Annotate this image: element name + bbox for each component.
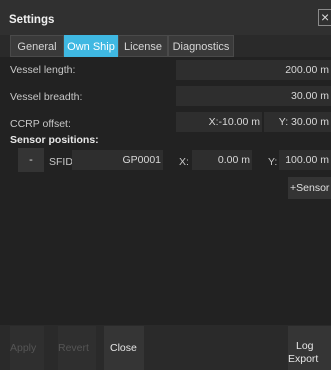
log-export-label-line1: Log (296, 340, 314, 352)
sensor-y-field[interactable]: 100.00 m (279, 150, 331, 170)
ccrp-offset-label: CCRP offset: (10, 118, 71, 130)
close-icon[interactable]: × (318, 9, 331, 26)
vessel-length-label: Vessel length: (10, 64, 76, 76)
revert-button[interactable]: Revert (58, 326, 96, 370)
sensor-x-field[interactable]: 0.00 m (192, 150, 252, 170)
tab-license[interactable]: License (118, 35, 168, 57)
log-export-label-line2: Export (288, 353, 319, 365)
vessel-breadth-label: Vessel breadth: (10, 91, 83, 103)
vessel-breadth-field[interactable]: 30.00 m (176, 86, 331, 106)
tab-diagnostics[interactable]: Diagnostics (168, 35, 234, 57)
log-export-button[interactable]: Log Export (288, 326, 331, 370)
sensor-x-label: X: (179, 156, 189, 168)
sfid-field[interactable]: GP0001 (72, 150, 163, 170)
close-button[interactable]: Close (104, 326, 144, 370)
ccrp-x-field[interactable]: X:-10.00 m (176, 112, 262, 132)
tab-general[interactable]: General (10, 35, 64, 57)
remove-sensor-button[interactable]: - (18, 148, 44, 172)
vessel-length-field[interactable]: 200.00 m (176, 60, 331, 80)
window-title: Settings (9, 14, 55, 26)
sensor-positions-heading: Sensor positions: (10, 134, 99, 146)
ccrp-y-field[interactable]: Y: 30.00 m (264, 112, 331, 132)
sensor-y-label: Y: (268, 156, 278, 168)
apply-button[interactable]: Apply (10, 326, 44, 370)
button-bar (0, 326, 331, 370)
add-sensor-button[interactable]: +Sensor (288, 177, 331, 199)
tab-own-ship[interactable]: Own Ship (64, 35, 118, 57)
